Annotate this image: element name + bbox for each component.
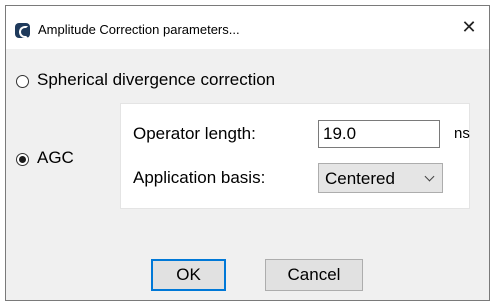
application-logo-icon — [15, 23, 30, 38]
spherical-divergence-label[interactable]: Spherical divergence correction — [37, 70, 275, 90]
close-icon: ✕ — [461, 17, 477, 37]
cancel-button[interactable]: Cancel — [265, 259, 363, 291]
title-bar[interactable]: Amplitude Correction parameters... ✕ — [6, 6, 489, 49]
ok-button[interactable]: OK — [151, 259, 226, 291]
application-basis-label: Application basis: — [133, 168, 266, 187]
window-title: Amplitude Correction parameters... — [38, 22, 240, 37]
radio-agc[interactable] — [16, 153, 29, 166]
operator-length-label: Operator length: — [133, 124, 256, 143]
dialog-window: Amplitude Correction parameters... ✕ Sph… — [5, 5, 490, 301]
application-basis-value: Centered — [325, 169, 395, 188]
operator-length-input[interactable] — [318, 120, 440, 148]
close-button[interactable]: ✕ — [449, 6, 489, 49]
agc-label[interactable]: AGC — [37, 148, 74, 168]
radio-spherical-divergence[interactable] — [16, 75, 29, 88]
operator-length-unit: ns — [454, 125, 470, 142]
chevron-down-icon — [424, 171, 435, 182]
application-basis-dropdown[interactable]: Centered — [318, 163, 443, 193]
agc-parameters-panel: Operator length: ns Application basis: C… — [120, 103, 470, 209]
